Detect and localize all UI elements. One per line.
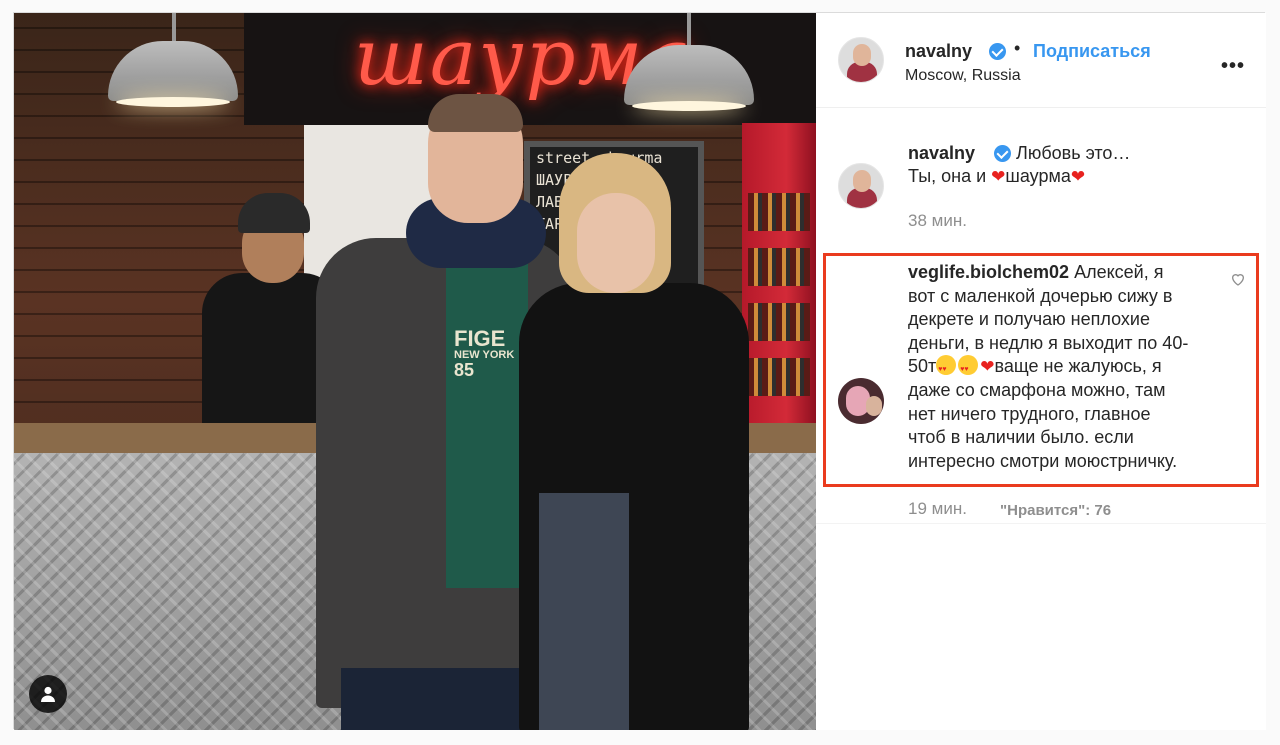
comment-line: Алексей, я: [1074, 262, 1164, 282]
man-legs: [341, 668, 541, 730]
comment-timestamp[interactable]: 19 мин.: [908, 499, 967, 519]
verified-badge-icon: [994, 145, 1011, 162]
commenter-username[interactable]: veglife.biolchem02: [908, 262, 1069, 282]
verified-badge-icon: [989, 43, 1006, 60]
fridge-shelf: [748, 193, 810, 231]
caption-author-avatar[interactable]: [838, 163, 884, 209]
man-hoodie: [446, 258, 528, 588]
heart-emoji-icon: ❤: [991, 167, 1006, 186]
commenter-avatar[interactable]: [838, 378, 884, 424]
location-link[interactable]: Moscow, Russia: [905, 67, 1021, 85]
caption-text-line1: Любовь это…: [1016, 143, 1131, 163]
heart-emoji-icon: ❤: [980, 357, 995, 377]
lamp-cord: [172, 13, 176, 43]
hoodie-logo-line: 85: [454, 360, 475, 380]
tagged-users-button[interactable]: [29, 675, 67, 713]
comment-line: интересно смотри моюстрничку.: [908, 450, 1178, 471]
caption-text-line2: Ты, она и ❤шаурма❤: [908, 166, 1085, 187]
caption-timestamp[interactable]: 38 мин.: [908, 211, 967, 231]
comment-line: нет ничего трудного, главное: [908, 403, 1151, 424]
cook-hat: [238, 193, 310, 233]
fridge-shelf: [748, 303, 810, 341]
user-icon: [41, 686, 55, 702]
author-username[interactable]: navalny: [905, 41, 972, 62]
comment-line: деньги, в недлю я выходит по 40-: [908, 332, 1189, 353]
comments-area-blank: [816, 523, 1266, 730]
lamp-cord: [687, 13, 691, 47]
woman-jeans: [539, 493, 629, 730]
photo-scene: шаурма street shaurma ШАУРМА 250р ЛАВАШ …: [14, 13, 816, 730]
like-comment-heart-icon[interactable]: [1230, 271, 1246, 287]
avatar-child: [866, 396, 882, 416]
post-header: navalny • Подписаться Moscow, Russia •••: [816, 13, 1266, 108]
comment-line: 50т: [908, 356, 937, 377]
avatar-face: [853, 44, 871, 66]
post-photo[interactable]: шаурма street shaurma ШАУРМА 250р ЛАВАШ …: [14, 13, 816, 730]
heart-eyes-emoji-icon: [958, 355, 979, 382]
author-avatar[interactable]: [838, 37, 884, 83]
woman-face: [577, 193, 655, 293]
comment-line: чтоб в наличии было. если: [908, 427, 1134, 448]
hoodie-logo: FIGE NEW YORK 85: [454, 326, 514, 380]
man-hair: [428, 94, 523, 132]
caption-text-part: Ты, она и: [908, 166, 992, 186]
caption-text-part: шаурма: [1005, 166, 1071, 186]
caption-username[interactable]: navalny: [908, 143, 975, 164]
separator-dot: •: [1014, 38, 1021, 58]
fridge-shelf: [748, 248, 810, 286]
follow-button[interactable]: Подписаться: [1033, 41, 1151, 62]
drinks-fridge: [742, 123, 816, 423]
more-options-icon[interactable]: •••: [1221, 55, 1245, 78]
avatar-face: [853, 170, 871, 192]
instagram-post: шаурма street shaurma ШАУРМА 250р ЛАВАШ …: [13, 12, 1266, 730]
fridge-shelf: [748, 358, 810, 396]
comment-line: декрете и получаю неплохие: [908, 309, 1150, 330]
comment-line: даже со смарфона можно, там: [908, 379, 1166, 400]
comment-line: вот с маленкой дочерью сижу в: [908, 285, 1173, 306]
post-sidebar: navalny • Подписаться Moscow, Russia •••…: [816, 13, 1266, 730]
comment-likes-count[interactable]: "Нравится": 76: [1000, 502, 1111, 519]
comment-line: ваще не жалуюсь, я: [994, 356, 1162, 377]
heart-eyes-emoji-icon: [936, 355, 957, 382]
heart-emoji-icon: ❤: [1070, 167, 1086, 186]
hoodie-logo-line: FIGE: [454, 326, 506, 351]
comment-body: veglife.biolchem02 Алексей, я вот с мале…: [908, 261, 1218, 473]
woman-figure: [519, 153, 749, 730]
